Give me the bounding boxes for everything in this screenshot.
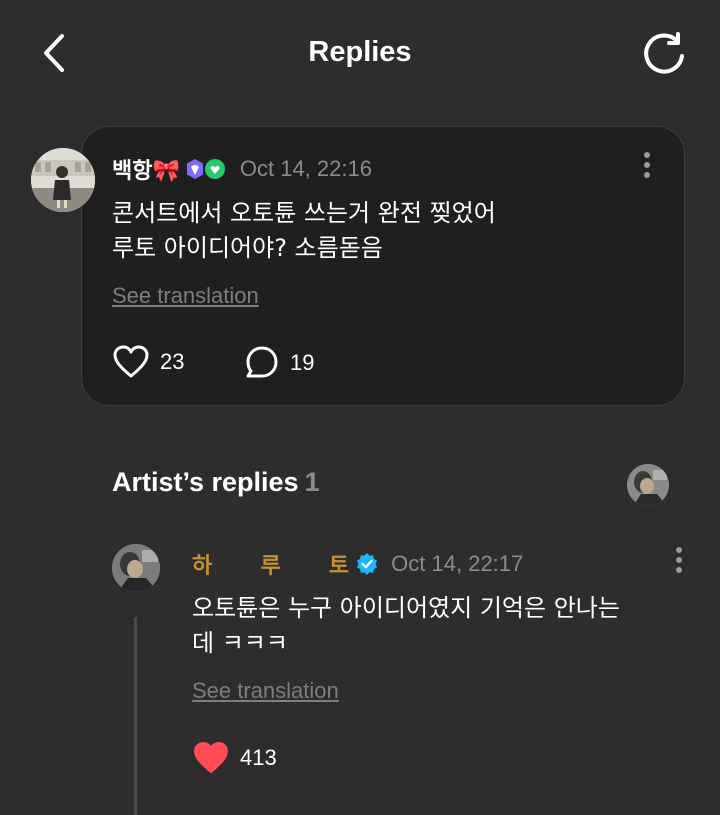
artist-replies-title: Artist’s replies — [112, 467, 299, 497]
more-vertical-icon — [644, 152, 650, 178]
artist-username[interactable]: 하 루 토 — [192, 548, 349, 580]
more-vertical-icon — [676, 547, 682, 573]
refresh-icon — [644, 32, 684, 74]
comment-text: 콘서트에서 오토튠 쓰는거 완전 찢었어 루토 아이디어야? 소름돋음 — [112, 199, 496, 262]
heart-icon — [113, 345, 149, 378]
page-title: Replies — [308, 36, 412, 68]
comment-header: 백항🎀 Oct 14, 22:16 — [112, 153, 372, 185]
reply-text: 오토튠은 누구 아이디어였지 기억은 안나는 데 ㅋㅋㅋ — [192, 594, 620, 657]
like-button[interactable]: 23 — [112, 345, 184, 379]
username[interactable]: 백항🎀 — [112, 153, 180, 185]
reply-see-translation-link[interactable]: See translation — [192, 678, 339, 704]
thread-line — [134, 617, 137, 815]
reply-like-button[interactable]: 413 — [192, 741, 277, 775]
artist-replies-count: 1 — [304, 467, 320, 497]
refresh-button[interactable] — [638, 30, 690, 78]
timestamp: Oct 14, 22:16 — [239, 156, 372, 181]
section-title: Artist’s replies 1 — [112, 467, 320, 498]
like-count: 23 — [160, 349, 185, 374]
artist-avatar[interactable] — [112, 544, 160, 592]
artist-avatar-small[interactable] — [627, 464, 669, 506]
reply-count: 19 — [290, 350, 315, 375]
heart-icon — [194, 742, 228, 773]
artist-photo — [627, 464, 669, 506]
reply-timestamp: Oct 14, 22:17 — [391, 551, 524, 576]
reply-count-button[interactable]: 19 — [244, 345, 314, 381]
membership-badge-icon — [184, 157, 228, 181]
avatar[interactable] — [31, 148, 95, 212]
reply-like-count: 413 — [240, 745, 277, 770]
more-options-button[interactable] — [637, 150, 657, 184]
reply-more-options-button[interactable] — [669, 545, 689, 579]
see-translation-link[interactable]: See translation — [112, 283, 259, 309]
comment-icon — [246, 346, 278, 378]
verified-icon — [355, 552, 379, 576]
user-photo — [31, 148, 95, 212]
reply-header: 하 루 토 Oct 14, 22:17 — [192, 548, 523, 580]
artist-photo — [112, 544, 160, 592]
top-bar: Replies — [0, 0, 720, 106]
